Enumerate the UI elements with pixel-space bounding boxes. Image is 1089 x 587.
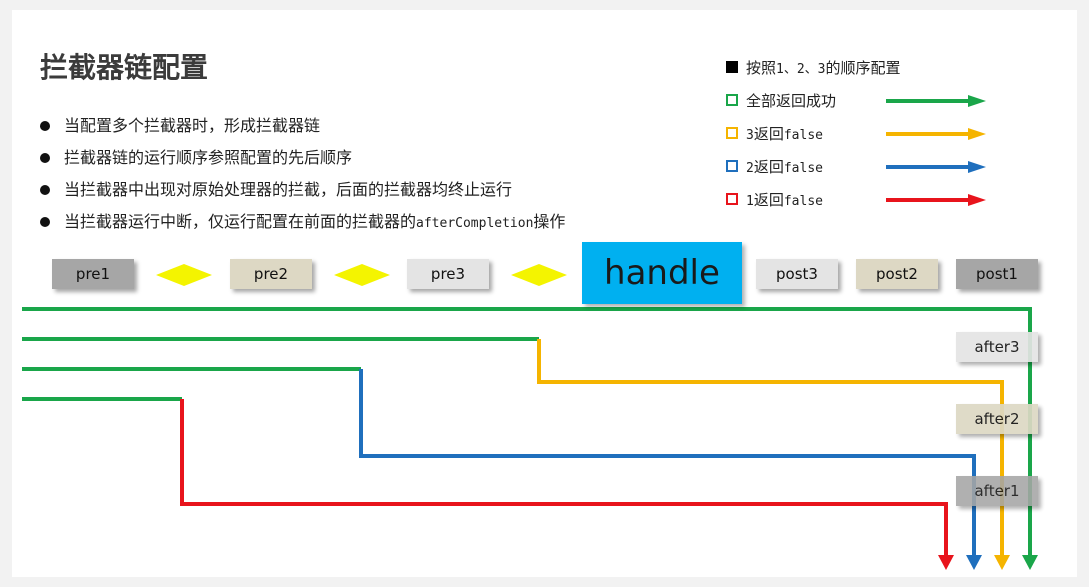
- arrow-down-red-icon: [938, 555, 954, 570]
- flow-lines: [22, 307, 1038, 570]
- arrow-down-green-icon: [1022, 555, 1038, 570]
- diamond-connector-icon: [156, 264, 212, 286]
- pre1-box: pre1: [52, 259, 134, 289]
- arrow-down-blue-icon: [966, 555, 982, 570]
- after3-box: after3: [956, 332, 1038, 362]
- arrow-down-yellow-icon: [994, 555, 1010, 570]
- after2-box: after2: [956, 404, 1038, 434]
- flow-line-red: [180, 399, 948, 558]
- flow-line-green: [22, 307, 1032, 558]
- diamond-connector-icon: [334, 264, 390, 286]
- flow-line-blue: [359, 369, 976, 558]
- handle-box: handle: [582, 242, 742, 304]
- pre3-box: pre3: [407, 259, 489, 289]
- flow-line-yellow: [537, 339, 1004, 558]
- pre2-box: pre2: [230, 259, 312, 289]
- diamond-connector-icon: [511, 264, 567, 286]
- after1-box: after1: [956, 476, 1038, 506]
- slide: 拦截器链配置 当配置多个拦截器时，形成拦截器链 拦截器链的运行顺序参照配置的先后…: [12, 10, 1077, 577]
- post3-box: post3: [756, 259, 838, 289]
- post2-box: post2: [856, 259, 938, 289]
- post1-box: post1: [956, 259, 1038, 289]
